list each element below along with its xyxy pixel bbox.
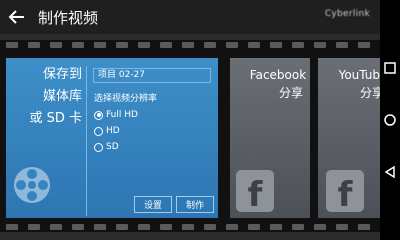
youtube-subtitle: 分享	[359, 86, 380, 100]
app-screen: 制作视频 Cyberlink 保存到 媒体库 或 SD 卡 项目 02-27 选…	[0, 0, 380, 240]
system-navigation-bar	[380, 0, 400, 240]
page-title: 制作视频	[38, 8, 99, 27]
save-to-library-card[interactable]: 保存到 媒体库 或 SD 卡 项目 02-27 选择视频分辨率 Full HD …	[6, 58, 218, 218]
radio-unselected-icon	[94, 142, 103, 152]
recent-apps-button[interactable]	[380, 62, 400, 74]
system-back-button[interactable]	[380, 166, 400, 178]
radio-selected-icon	[94, 110, 103, 120]
save-card-title: 保存到 媒体库 或 SD 卡	[29, 67, 82, 126]
youtube-card-title: YouTube 分享	[318, 66, 380, 102]
facebook-card-title: Facebook 分享	[230, 66, 326, 102]
back-button[interactable]	[0, 0, 34, 34]
top-bar: 制作视频 Cyberlink	[0, 0, 380, 34]
account-badge: Cyberlink	[324, 9, 370, 19]
facebook-title: Facebook	[249, 68, 307, 82]
facebook-logo-icon: f	[236, 170, 274, 212]
resolution-option-hd[interactable]: HD	[94, 126, 120, 136]
triangle-back-icon	[384, 166, 395, 178]
film-reel-icon	[14, 167, 50, 203]
film-perforations-top	[0, 40, 380, 50]
project-name-field[interactable]: 项目 02-27	[93, 68, 211, 83]
square-icon	[384, 62, 396, 74]
resolution-option-label: HD	[106, 126, 120, 136]
card-divider	[86, 66, 87, 216]
arrow-left-icon	[8, 10, 24, 24]
facebook-logo-icon: f	[326, 170, 364, 212]
youtube-title: YouTube	[338, 68, 380, 82]
resolution-option-fullhd[interactable]: Full HD	[94, 110, 138, 120]
facebook-share-card[interactable]: Facebook 分享 f	[230, 58, 310, 218]
resolution-option-label: Full HD	[106, 110, 138, 120]
radio-unselected-icon	[94, 126, 103, 136]
home-button[interactable]	[380, 114, 400, 126]
resolution-option-label: SD	[106, 142, 119, 152]
facebook-subtitle: 分享	[278, 86, 303, 100]
film-perforations-bottom	[0, 222, 380, 232]
resolution-label: 选择视频分辨率	[94, 94, 158, 104]
produce-button[interactable]: 制作	[176, 196, 214, 213]
youtube-share-card[interactable]: YouTube 分享 f	[318, 58, 380, 218]
settings-button[interactable]: 设置	[134, 196, 172, 213]
circle-icon	[384, 114, 396, 126]
resolution-option-sd[interactable]: SD	[94, 142, 119, 152]
